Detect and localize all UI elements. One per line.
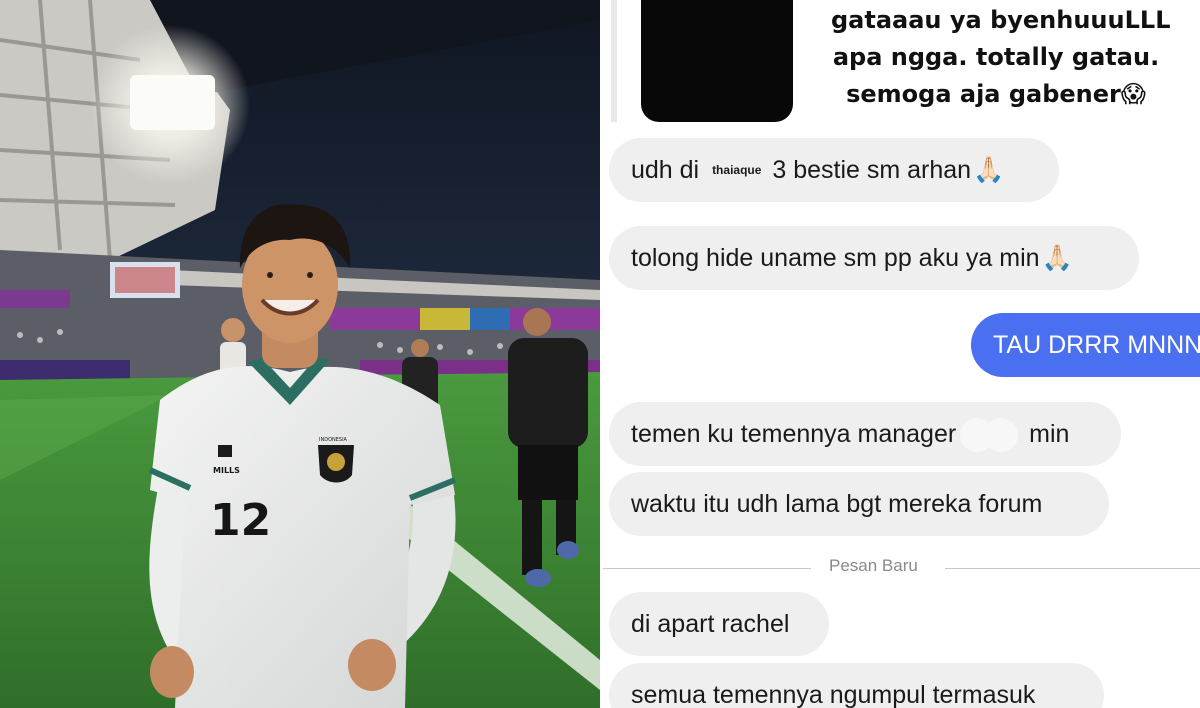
folded-hands-emoji-icon: 🙏🏻	[1041, 243, 1073, 272]
shared-post-line-2: apa ngga. totally gatau.	[832, 43, 1160, 71]
received-message-bubble[interactable]: temen ku temennya manager min	[609, 402, 1121, 466]
message-text-part: min	[1022, 419, 1070, 448]
message-text: TAU DRRR MNNN	[993, 330, 1200, 359]
message-text: di apart rachel	[631, 609, 790, 638]
message-text-part: udh di	[631, 155, 707, 184]
separator-line-right	[945, 568, 1200, 569]
shared-post-card[interactable]: gataaau ya byenhuuuLLL apa ngga. totally…	[611, 0, 1200, 122]
message-text: tolong hide uname sm pp aku ya min	[631, 243, 1040, 272]
chat-screenshot: gataaau ya byenhuuuLLL apa ngga. totally…	[603, 0, 1200, 708]
kit-brand: MILLS	[213, 466, 240, 475]
shared-post-line-1: gataaau ya byenhuuuLLL	[831, 6, 1171, 34]
shared-post-line-3-text: semoga aja gabener	[846, 80, 1121, 108]
received-message-bubble[interactable]: udh di thaiaque 3 bestie sm arhan 🙏🏻	[609, 138, 1059, 202]
sent-message-bubble[interactable]: TAU DRRR MNNN	[971, 313, 1200, 377]
new-messages-separator: Pesan Baru	[603, 556, 1200, 580]
player-photo: 12 MILLS INDONESIA	[0, 0, 600, 708]
crest-text: INDONESIA	[319, 437, 348, 443]
received-message-bubble[interactable]: waktu itu udh lama bgt mereka forum	[609, 472, 1109, 536]
message-text: waktu itu udh lama bgt mereka forum	[631, 489, 1043, 518]
received-message-bubble[interactable]: semua temennya ngumpul termasuk	[609, 663, 1104, 708]
message-text: semua temennya ngumpul termasuk	[631, 680, 1036, 708]
shared-post-caption: gataaau ya byenhuuuLLL apa ngga. totally…	[831, 2, 1171, 113]
shared-post-accent-bar	[611, 0, 617, 122]
stadium-photo-illustration: 12 MILLS INDONESIA	[0, 0, 600, 708]
message-text-part: temen ku temennya manager	[631, 419, 957, 448]
separator-label: Pesan Baru	[829, 556, 918, 575]
separator-line-left	[603, 568, 811, 569]
shared-post-thumbnail-redacted	[641, 0, 793, 122]
shared-post-line-3: semoga aja gabener😱	[831, 76, 1161, 113]
received-message-bubble[interactable]: di apart rachel	[609, 592, 829, 656]
shocked-face-emoji-icon: 😱	[1120, 80, 1146, 108]
message-text-part: 3 bestie sm arhan	[765, 155, 972, 184]
received-message-bubble[interactable]: tolong hide uname sm pp aku ya min 🙏🏻	[609, 226, 1139, 290]
folded-hands-emoji-icon: 🙏🏻	[973, 155, 1005, 184]
redacted-name-blur	[960, 418, 1019, 452]
jersey-number: 12	[210, 495, 271, 546]
mentioned-username: thaiaque	[712, 163, 762, 177]
